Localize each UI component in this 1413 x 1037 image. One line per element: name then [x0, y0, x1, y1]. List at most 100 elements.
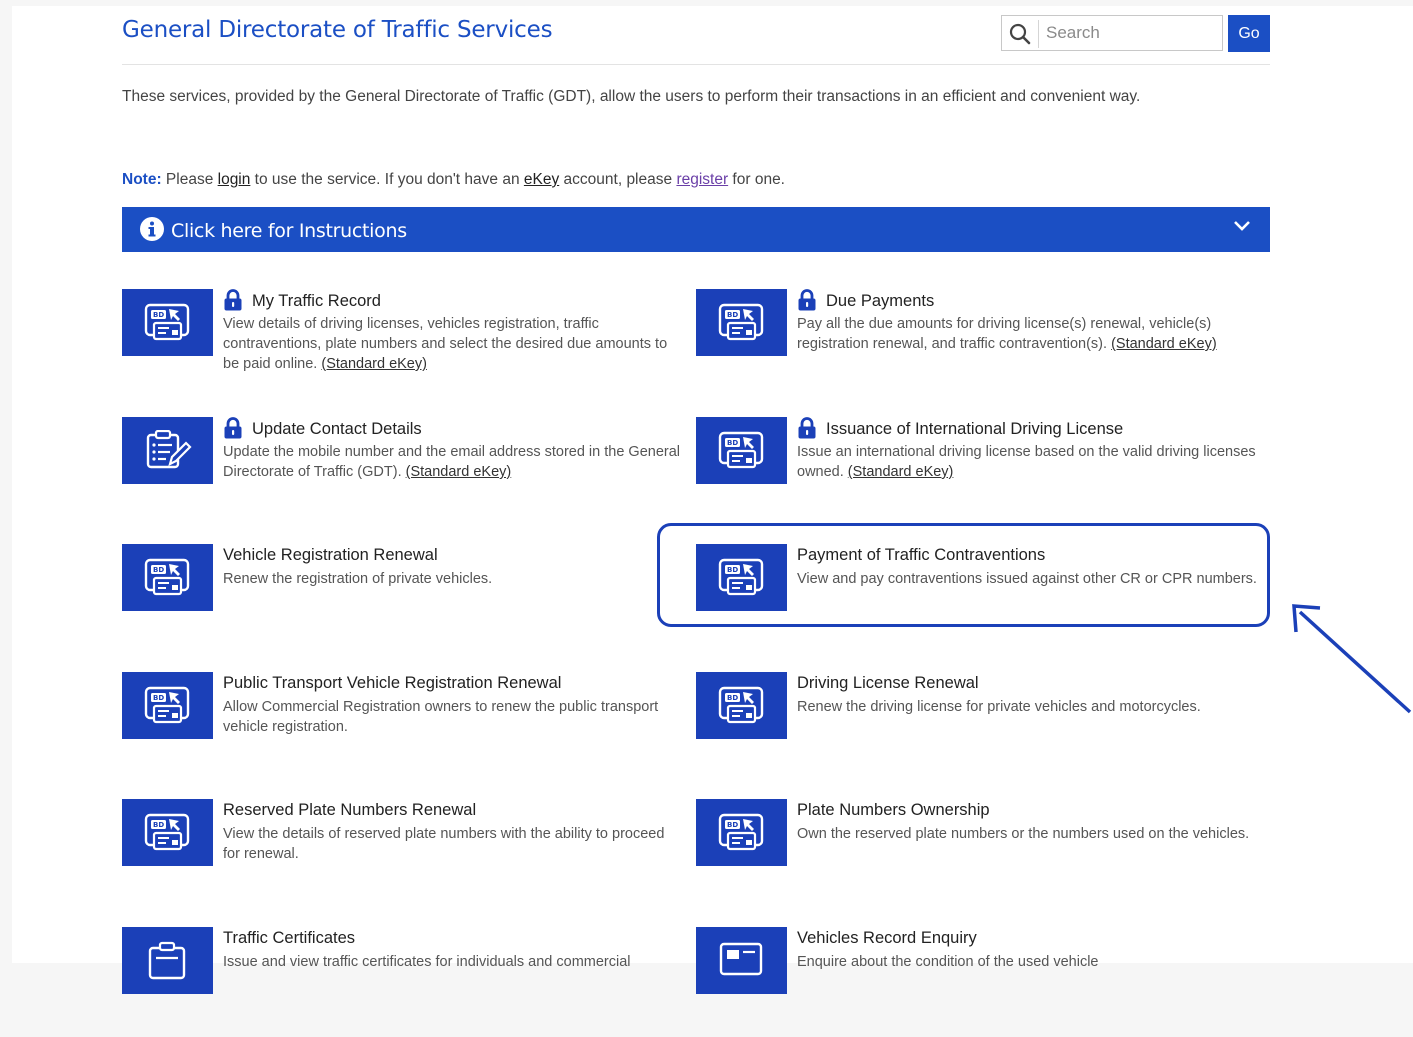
card-icon: BD — [144, 558, 190, 596]
search-input[interactable] — [1046, 20, 1216, 46]
note-part: for one. — [728, 171, 785, 188]
svg-text:BD: BD — [727, 821, 738, 829]
service-tile[interactable]: BD — [696, 417, 787, 484]
service-title[interactable]: My Traffic Record — [252, 292, 381, 311]
service-tile[interactable]: BD — [122, 672, 213, 739]
service-item[interactable]: Vehicles Record Enquiry Enquire about the… — [696, 927, 1256, 1037]
service-description-text: Enquire about the condition of the used … — [797, 954, 1099, 970]
service-heading[interactable]: My Traffic Record — [223, 289, 381, 311]
service-item[interactable]: Traffic Certificates Issue and view traff… — [122, 927, 682, 1037]
service-title[interactable]: Reserved Plate Numbers Renewal — [223, 801, 476, 820]
service-title[interactable]: Issuance of International Driving Licens… — [826, 420, 1123, 439]
intro-text: These services, provided by the General … — [122, 88, 1141, 105]
service-tile[interactable] — [696, 927, 787, 994]
service-description: Issue an international driving license b… — [797, 442, 1257, 482]
service-description: Issue and view traffic certificates for … — [223, 952, 683, 972]
standard-ekey-link[interactable]: (Standard eKey) — [321, 356, 427, 372]
service-tile[interactable]: BD — [122, 799, 213, 866]
service-item[interactable]: Update Contact Details Update the mobile … — [122, 417, 682, 527]
service-item[interactable]: BD Driving License Renewal Renew the drivi… — [696, 672, 1256, 782]
service-title[interactable]: Vehicle Registration Renewal — [223, 546, 438, 565]
search-divider — [1038, 20, 1039, 48]
service-item[interactable]: BD Plate Numbers Ownership Own the reserve… — [696, 799, 1256, 909]
service-tile[interactable] — [122, 927, 213, 994]
service-description: Own the reserved plate numbers or the nu… — [797, 824, 1257, 844]
card-icon: BD — [144, 686, 190, 724]
note-part: Please — [161, 171, 218, 188]
note-part: account, please — [559, 171, 677, 188]
page-title: General Directorate of Traffic Services — [122, 17, 553, 43]
note-part: to use the service. If you don't have an — [250, 171, 524, 188]
svg-text:BD: BD — [727, 311, 738, 319]
service-title[interactable]: Due Payments — [826, 292, 934, 311]
service-item[interactable]: BD My Traffic Record View details of drivi… — [122, 289, 682, 399]
service-description-text: Renew the registration of private vehicl… — [223, 571, 493, 587]
instructions-bar[interactable]: Click here for Instructions — [122, 207, 1270, 252]
service-heading[interactable]: Issuance of International Driving Licens… — [797, 417, 1123, 439]
service-title[interactable]: Traffic Certificates — [223, 929, 355, 948]
info-icon — [140, 217, 164, 241]
card-icon: BD — [718, 303, 764, 341]
standard-ekey-link[interactable]: (Standard eKey) — [848, 464, 954, 480]
service-description: Pay all the due amounts for driving lice… — [797, 314, 1257, 354]
service-heading[interactable]: Public Transport Vehicle Registration Re… — [223, 674, 561, 693]
ekey-link[interactable]: eKey — [524, 171, 559, 188]
vehicle-record-icon — [719, 942, 763, 976]
service-heading[interactable]: Driving License Renewal — [797, 674, 979, 693]
service-heading[interactable]: Vehicles Record Enquiry — [797, 929, 977, 948]
svg-text:BD: BD — [153, 566, 164, 574]
service-heading[interactable]: Due Payments — [797, 289, 934, 311]
chevron-down-icon[interactable] — [1232, 219, 1252, 233]
highlight-box — [657, 523, 1270, 627]
service-tile[interactable]: BD — [696, 672, 787, 739]
service-description: View the details of reserved plate numbe… — [223, 824, 683, 864]
service-tile[interactable]: BD — [122, 544, 213, 611]
service-tile[interactable] — [122, 417, 213, 484]
service-heading[interactable]: Traffic Certificates — [223, 929, 355, 948]
service-description-text: Issue and view traffic certificates for … — [223, 954, 631, 970]
lock-icon — [224, 289, 242, 311]
service-heading[interactable]: Plate Numbers Ownership — [797, 801, 990, 820]
service-heading[interactable]: Vehicle Registration Renewal — [223, 546, 438, 565]
service-tile[interactable]: BD — [696, 289, 787, 356]
service-description-text: View the details of reserved plate numbe… — [223, 826, 665, 862]
service-item[interactable]: BD Public Transport Vehicle Registration … — [122, 672, 682, 782]
svg-text:BD: BD — [153, 821, 164, 829]
service-heading[interactable]: Reserved Plate Numbers Renewal — [223, 801, 476, 820]
note-label: Note: — [122, 171, 162, 188]
service-tile[interactable]: BD — [696, 799, 787, 866]
svg-text:BD: BD — [153, 694, 164, 702]
svg-text:BD: BD — [153, 311, 164, 319]
service-title[interactable]: Plate Numbers Ownership — [797, 801, 990, 820]
service-item[interactable]: BD Due Payments Pay all the due amounts fo… — [696, 289, 1256, 399]
service-item[interactable]: BD Vehicle Registration Renewal Renew the … — [122, 544, 682, 654]
instructions-label: Click here for Instructions — [171, 220, 407, 242]
service-description-text: Renew the driving license for private ve… — [797, 699, 1201, 715]
note-text: Note: Please login to use the service. I… — [122, 171, 785, 189]
service-description-text: Own the reserved plate numbers or the nu… — [797, 826, 1250, 842]
go-button[interactable]: Go — [1228, 15, 1270, 52]
svg-text:BD: BD — [727, 694, 738, 702]
service-description: Enquire about the condition of the used … — [797, 952, 1257, 972]
service-description: Update the mobile number and the email a… — [223, 442, 683, 482]
standard-ekey-link[interactable]: (Standard eKey) — [406, 464, 512, 480]
service-title[interactable]: Vehicles Record Enquiry — [797, 929, 977, 948]
lock-icon — [224, 417, 242, 439]
standard-ekey-link[interactable]: (Standard eKey) — [1111, 336, 1217, 352]
card-icon: BD — [144, 813, 190, 851]
search-icon — [1009, 23, 1031, 45]
service-item[interactable]: BD Issuance of International Driving Lice… — [696, 417, 1256, 527]
search-box[interactable] — [1001, 15, 1223, 51]
login-link[interactable]: login — [218, 171, 251, 188]
service-item[interactable]: BD Reserved Plate Numbers Renewal View the… — [122, 799, 682, 909]
register-link[interactable]: register — [676, 171, 728, 188]
service-title[interactable]: Driving License Renewal — [797, 674, 979, 693]
service-heading[interactable]: Update Contact Details — [223, 417, 422, 439]
service-title[interactable]: Update Contact Details — [252, 420, 422, 439]
lock-icon — [798, 289, 816, 311]
service-description: Renew the registration of private vehicl… — [223, 569, 683, 589]
svg-text:BD: BD — [727, 439, 738, 447]
service-title[interactable]: Public Transport Vehicle Registration Re… — [223, 674, 561, 693]
card-icon: BD — [144, 303, 190, 341]
service-tile[interactable]: BD — [122, 289, 213, 356]
